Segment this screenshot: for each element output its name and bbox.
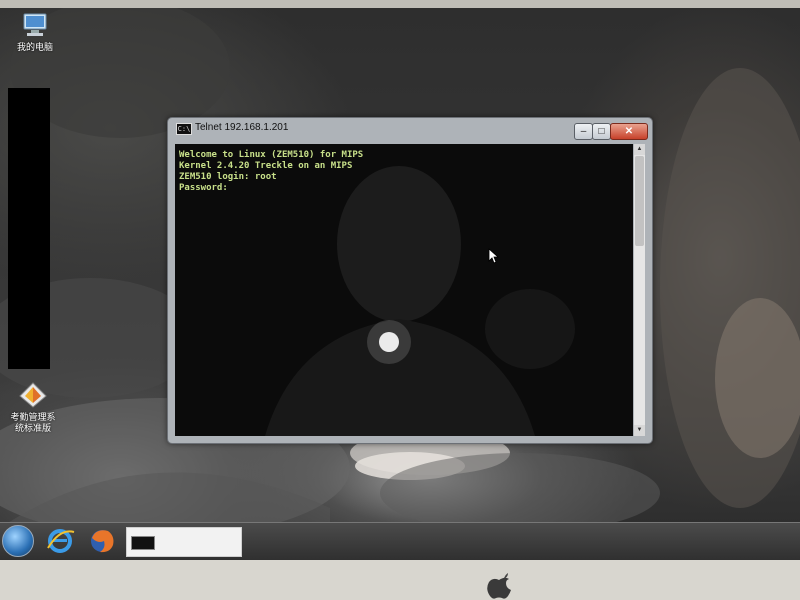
window-title: Telnet 192.168.1.201	[195, 122, 289, 133]
terminal-line: ZEM510 login: root	[179, 172, 277, 182]
computer-icon	[23, 13, 47, 36]
desktop-icon-label: 我的电脑	[16, 42, 53, 52]
minimize-icon: –	[580, 126, 587, 137]
redacted-panel	[8, 88, 50, 369]
mouse-pointer-icon	[488, 248, 500, 264]
desktop-icon-my-computer[interactable]: 我的电脑	[0, 12, 70, 53]
close-button[interactable]: ✕	[610, 123, 648, 140]
maximize-icon: □	[598, 126, 605, 137]
internet-explorer-icon[interactable]	[44, 526, 76, 556]
terminal-output: Welcome to Linux (ZEM510) for MIPS Kerne…	[175, 150, 363, 194]
close-icon: ✕	[624, 126, 634, 137]
maximize-button[interactable]: □	[592, 123, 611, 140]
terminal-line: Welcome to Linux (ZEM510) for MIPS	[179, 150, 364, 160]
taskbar-telnet-button[interactable]	[126, 527, 242, 557]
terminal-line: Password:	[179, 183, 228, 193]
monitor-bezel-bottom	[0, 560, 800, 600]
vertical-scrollbar[interactable]: ▲ ▼	[634, 144, 645, 436]
command-prompt-icon: C:\	[176, 123, 192, 135]
scroll-thumb[interactable]	[635, 156, 644, 246]
taskbar	[0, 522, 800, 560]
terminal-line: Kernel 2.4.20 Treckle on an MIPS	[179, 161, 353, 171]
window-titlebar[interactable]: C:\ Telnet 192.168.1.201 – □ ✕	[168, 118, 652, 140]
desktop: 我的电脑 考勤管理系 统标准版 C:\ Telnet 192.168.1.201…	[0, 8, 800, 560]
firefox-icon[interactable]	[86, 526, 118, 556]
windows-start-icon[interactable]	[2, 525, 34, 557]
desktop-icon-attendance-system[interactable]: 考勤管理系 统标准版	[0, 382, 68, 434]
telnet-task-icon	[131, 536, 155, 550]
scroll-up-icon[interactable]: ▲	[634, 144, 645, 155]
scroll-down-icon[interactable]: ▼	[634, 425, 645, 436]
minimize-button[interactable]: –	[574, 123, 593, 140]
terminal-area[interactable]: Welcome to Linux (ZEM510) for MIPS Kerne…	[175, 144, 633, 436]
desktop-icon-label-line1: 考勤管理系	[10, 412, 56, 422]
desktop-icon-label-line2: 统标准版	[14, 423, 51, 433]
attendance-app-icon	[19, 382, 47, 408]
apple-logo-icon	[487, 573, 511, 599]
telnet-window[interactable]: C:\ Telnet 192.168.1.201 – □ ✕ Welcome t…	[167, 117, 653, 444]
